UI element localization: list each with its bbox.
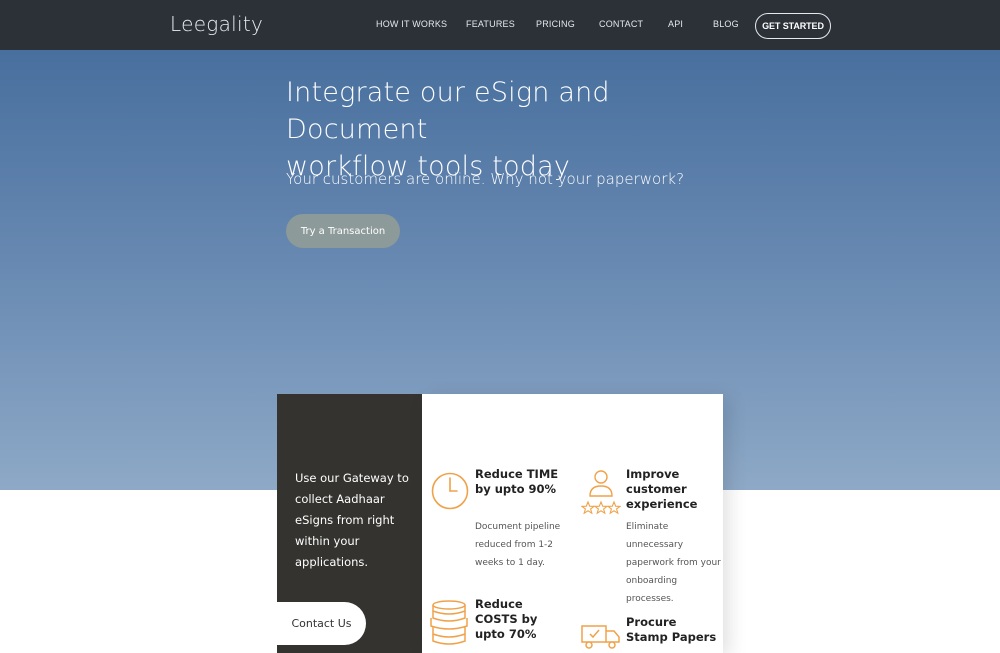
nav-link-blog[interactable]: BLOG [713, 19, 739, 29]
coins-icon [430, 600, 468, 645]
feature-desc-time: Document pipeline reduced from 1-2 weeks… [475, 522, 561, 568]
delivery-truck-icon [581, 625, 620, 649]
top-navbar: Leegality HOW IT WORKS FEATURES PRICING … [0, 0, 1000, 50]
hero-title-line-1: Integrate our eSign and Document [286, 77, 610, 145]
feature-title-experience: Improve customer experience [626, 467, 698, 511]
nav-link-api[interactable]: API [668, 19, 683, 29]
feature-title-stamp-papers: Procure Stamp Papers [626, 615, 717, 644]
hero-title: Integrate our eSign and Document workflo… [286, 74, 716, 185]
clock-icon [431, 472, 469, 510]
try-transaction-button[interactable]: Try a Transaction [286, 214, 400, 248]
gateway-panel: Use our Gateway to collect Aadhaar eSign… [277, 394, 422, 653]
nav-link-features[interactable]: FEATURES [466, 19, 515, 29]
hero-subtitle: Your customers are online. Why not your … [286, 170, 685, 188]
nav-link-pricing[interactable]: PRICING [536, 19, 575, 29]
feature-title-costs: Reduce COSTS by upto 70% [475, 597, 538, 641]
logo[interactable]: Leegality [170, 12, 263, 36]
customer-rating-icon [581, 470, 621, 515]
feature-title-time: Reduce TIME by upto 90% [475, 467, 559, 496]
gateway-description: Use our Gateway to collect Aadhaar eSign… [295, 471, 409, 569]
contact-us-button[interactable]: Contact Us [277, 602, 366, 645]
nav-link-contact[interactable]: CONTACT [599, 19, 643, 29]
features-panel: Reduce TIME by upto 90% Document pipelin… [422, 394, 723, 653]
feature-desc-experience: Eliminate unnecessary paperwork from you… [626, 522, 721, 604]
nav-link-how-it-works[interactable]: HOW IT WORKS [376, 19, 447, 29]
get-started-button[interactable]: GET STARTED [755, 13, 831, 39]
